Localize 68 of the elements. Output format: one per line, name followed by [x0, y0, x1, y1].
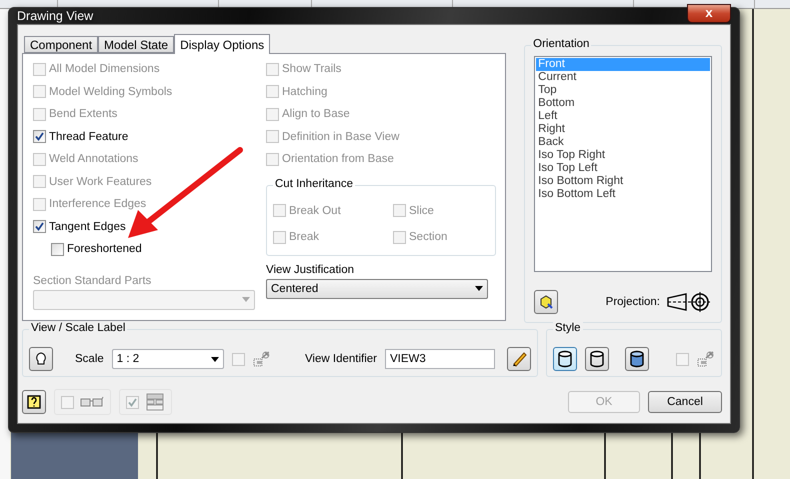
checkbox[interactable]: [61, 396, 74, 408]
list-item[interactable]: Bottom: [536, 97, 710, 110]
dropdown-caret-icon: [211, 356, 220, 362]
group-title: Orientation: [531, 38, 592, 50]
checkbox[interactable]: [33, 130, 46, 144]
list-item[interactable]: Iso Bottom Left: [536, 188, 710, 201]
option-label: Weld Annotations: [49, 153, 138, 166]
checkbox[interactable]: [232, 352, 246, 366]
option-label: Section: [409, 231, 448, 244]
cube-icon[interactable]: [534, 290, 558, 314]
list-item[interactable]: Iso Top Left: [536, 162, 710, 175]
window-title: Drawing View: [17, 9, 94, 23]
list-item[interactable]: Iso Bottom Right: [536, 175, 710, 188]
checkbox[interactable]: [676, 352, 689, 366]
option-label: Bend Extents: [49, 108, 118, 120]
projection-symbol-icon: [666, 291, 712, 313]
checkbox[interactable]: [33, 220, 46, 234]
dropdown-caret-icon: [475, 286, 483, 291]
list-item[interactable]: Right: [536, 123, 710, 136]
scale-dropdown[interactable]: 1 : 2: [112, 349, 224, 369]
help-icon[interactable]: [22, 390, 46, 414]
group-title: View / Scale Label: [29, 322, 128, 334]
option-label: Break Out: [289, 204, 341, 217]
lightbulb-icon[interactable]: [29, 347, 53, 371]
option-label: Orientation from Base: [282, 153, 394, 166]
dialog-button[interactable]: Cancel: [648, 391, 722, 413]
option-label: Tangent Edges: [49, 220, 126, 233]
option-label: User Work Features: [49, 176, 152, 188]
list-item[interactable]: Top: [536, 84, 710, 97]
view-identifier-field[interactable]: VIEW3: [385, 349, 495, 369]
option-label: Foreshortened: [67, 243, 142, 256]
layout-icon: [145, 393, 165, 411]
checkbox[interactable]: [51, 242, 64, 256]
glasses-icon: [80, 396, 104, 408]
tab[interactable]: Model State: [98, 36, 174, 53]
option-label: Break: [289, 231, 320, 244]
tab[interactable]: Component: [24, 36, 98, 53]
option-label: Thread Feature: [49, 130, 128, 143]
field-label: View Justification: [266, 264, 355, 276]
tab[interactable]: Display Options: [174, 34, 270, 54]
link-icon: [253, 350, 271, 368]
list-item[interactable]: Current: [536, 71, 710, 84]
link-icon: [697, 350, 715, 368]
cylinder-icon[interactable]: [625, 347, 649, 371]
option-label: Model Welding Symbols: [49, 86, 172, 98]
list-item[interactable]: Iso Top Right: [536, 149, 710, 162]
pencil-icon[interactable]: [507, 347, 531, 371]
checkbox[interactable]: [126, 396, 139, 408]
field-label: Section Standard Parts: [33, 274, 152, 286]
projection-label: Projection:: [606, 296, 660, 308]
dropdown[interactable]: Centered: [266, 278, 488, 298]
scale-label: Scale: [75, 353, 104, 365]
option-label: Definition in Base View: [282, 130, 400, 143]
option-label: Slice: [409, 204, 434, 217]
list-item[interactable]: Left: [536, 110, 710, 123]
cylinder-icon[interactable]: [585, 347, 609, 371]
cylinder-icon[interactable]: [553, 347, 577, 371]
option-label: Hatching: [282, 86, 328, 98]
group-title: Cut Inheritance: [273, 178, 355, 190]
option-label: Interference Edges: [49, 198, 146, 210]
option-label: Show Trails: [282, 63, 342, 76]
close-button[interactable]: x: [687, 4, 731, 22]
group-title: Style: [553, 322, 583, 334]
option-label: All Model Dimensions: [49, 63, 160, 76]
option-label: Align to Base: [282, 108, 350, 120]
identifier-label: View Identifier: [304, 353, 377, 365]
dropdown-caret-icon: [242, 297, 250, 302]
list-item[interactable]: Back: [536, 136, 710, 149]
